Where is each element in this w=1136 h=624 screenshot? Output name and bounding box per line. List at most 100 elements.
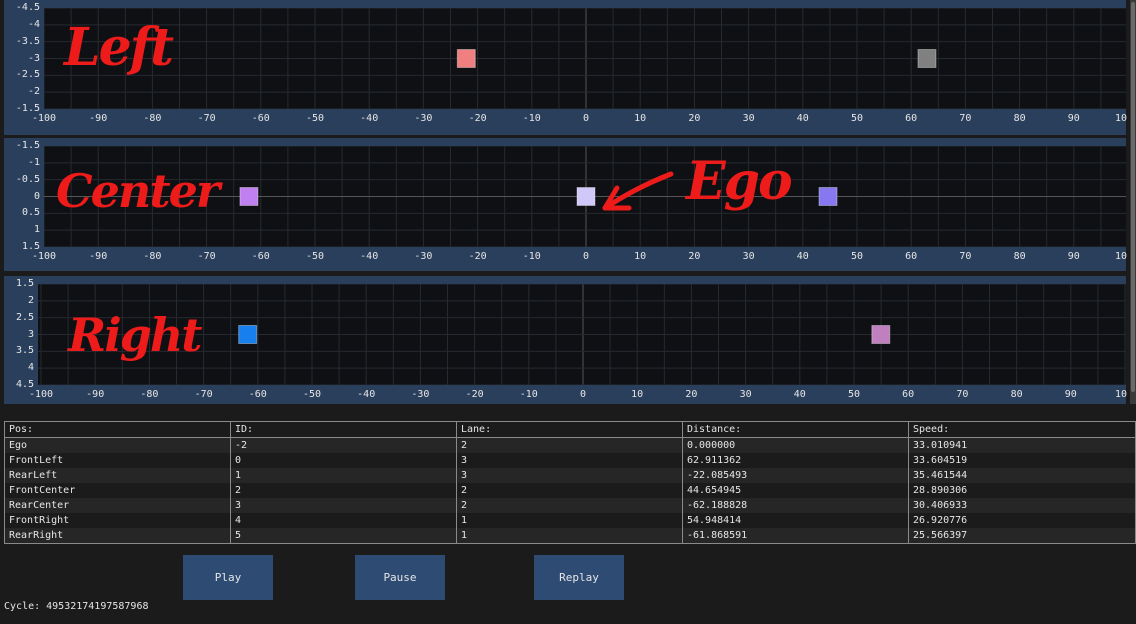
x-tick-label: -10 (519, 389, 538, 400)
cell-speed: 28.890306 (908, 483, 1136, 498)
cell-lane: 3 (456, 468, 683, 483)
annotation-center: Center (56, 164, 220, 218)
cell-speed: 33.604519 (908, 453, 1136, 468)
cell-id: 2 (230, 483, 457, 498)
x-tick-label: 50 (850, 113, 864, 124)
cell-id: 4 (230, 513, 457, 528)
vehicle-marker-right-1 (871, 325, 891, 344)
cell-speed: 35.461544 (908, 468, 1136, 483)
x-tick-label: -10 (522, 113, 541, 124)
x-tick-label: -50 (305, 251, 325, 262)
table-row: FrontRight 4 1 54.948414 26.920776 (4, 513, 1136, 528)
x-tick-label: 60 (905, 113, 918, 124)
cell-distance: -22.085493 (682, 468, 909, 483)
table-row: RearLeft 1 3 -22.085493 35.461544 (4, 468, 1136, 483)
y-tick-label: -2 (27, 86, 40, 98)
x-tick-label: -80 (143, 251, 162, 262)
table-row: FrontLeft 0 3 62.911362 33.604519 (4, 453, 1136, 468)
cell-lane: 1 (456, 513, 683, 528)
cell-id: 1 (230, 468, 457, 483)
cell-speed: 25.566397 (908, 528, 1136, 544)
y-tick-label: -4.5 (15, 2, 40, 13)
x-tick-label: 70 (959, 113, 972, 124)
x-tick-label: 50 (850, 251, 864, 262)
y-tick-label: 2 (27, 294, 34, 306)
y-tick-label: 3.5 (15, 345, 34, 357)
x-tick-label: -20 (465, 389, 484, 400)
cell-speed: 26.920776 (908, 513, 1136, 528)
table-header: Pos: ID: Lane: Distance: Speed: (4, 421, 1136, 438)
cell-lane: 3 (456, 453, 683, 468)
x-tick-label: -80 (143, 113, 162, 124)
x-tick-label: 20 (688, 113, 701, 124)
cell-distance: 54.948414 (682, 513, 909, 528)
cell-id: 0 (230, 453, 457, 468)
cell-distance: -61.868591 (682, 528, 909, 544)
x-tick-label: 30 (739, 389, 752, 400)
y-tick-label: 3 (27, 328, 34, 340)
x-tick-label: 80 (1010, 389, 1023, 400)
x-tick-label: 40 (793, 389, 806, 400)
cell-speed: 30.406933 (908, 498, 1136, 513)
x-tick-label: -50 (302, 389, 322, 400)
plot-grid-right (38, 284, 1126, 385)
x-tick-label: -90 (89, 113, 108, 124)
cell-lane: 2 (456, 483, 683, 498)
cell-id: 5 (230, 528, 457, 544)
y-tick-label: -3 (27, 52, 40, 64)
pause-button[interactable]: Pause (355, 555, 445, 600)
x-tick-label: 70 (956, 389, 969, 400)
x-tick-label: -80 (140, 389, 159, 400)
cell-distance: 44.654945 (682, 483, 909, 498)
table-row: RearCenter 3 2 -62.188828 30.406933 (4, 498, 1136, 513)
x-tick-label: -60 (251, 113, 270, 124)
y-tick-label: 2.5 (15, 311, 34, 323)
cell-distance: 0.000000 (682, 437, 909, 453)
x-tick-label: -10 (522, 251, 541, 262)
y-tick-label: -1.5 (15, 140, 40, 151)
x-tick-label: -60 (248, 389, 267, 400)
cell-pos: RearLeft (4, 468, 231, 483)
scrollbar-thumb[interactable] (1131, 2, 1135, 392)
vehicle-marker-center-2 (818, 187, 838, 206)
cell-distance: 62.911362 (682, 453, 909, 468)
cell-lane: 2 (456, 498, 683, 513)
vehicle-table: Pos: ID: Lane: Distance: Speed: Ego -2 2 0.… (4, 421, 1136, 544)
x-tick-label: 60 (905, 251, 918, 262)
header-distance: Distance: (682, 421, 909, 438)
cell-pos: Ego (4, 437, 231, 453)
play-button[interactable]: Play (183, 555, 273, 600)
table-row: Ego -2 2 0.000000 33.010941 (4, 437, 1136, 453)
annotation-ego: Ego (686, 151, 793, 212)
ego-arrow-icon (602, 171, 674, 211)
cell-pos: FrontCenter (4, 483, 231, 498)
x-tick-label: 10 (634, 251, 647, 262)
vehicle-marker-left-0 (456, 49, 476, 68)
header-lane: Lane: (456, 421, 683, 438)
x-tick-label: 40 (796, 113, 809, 124)
y-tick-label: -1 (27, 156, 40, 168)
replay-button[interactable]: Replay (534, 555, 624, 600)
x-tick-label: 90 (1067, 251, 1080, 262)
x-tick-label: -40 (357, 389, 376, 400)
x-tick-label: -70 (197, 113, 216, 124)
x-tick-label: 20 (688, 251, 701, 262)
x-tick-label: -30 (411, 389, 430, 400)
x-tick-label: -50 (305, 113, 325, 124)
y-tick-label: 1.5 (15, 278, 34, 289)
cell-id: -2 (230, 437, 457, 453)
x-tick-label: -30 (414, 251, 433, 262)
x-tick-label: 60 (902, 389, 915, 400)
x-tick-label: 80 (1013, 113, 1026, 124)
x-tick-label: 90 (1064, 389, 1077, 400)
x-tick-label: -20 (468, 113, 487, 124)
annotation-left: Left (64, 17, 174, 78)
header-speed: Speed: (908, 421, 1136, 438)
vehicle-marker-center-0 (239, 187, 259, 206)
x-tick-label: -40 (360, 251, 379, 262)
table-row: RearRight 5 1 -61.868591 25.566397 (4, 528, 1136, 544)
y-tick-label: -0.5 (15, 173, 40, 185)
x-tick-label: 50 (847, 389, 861, 400)
y-tick-label: 0 (33, 190, 40, 202)
vehicle-marker-left-1 (917, 49, 937, 68)
